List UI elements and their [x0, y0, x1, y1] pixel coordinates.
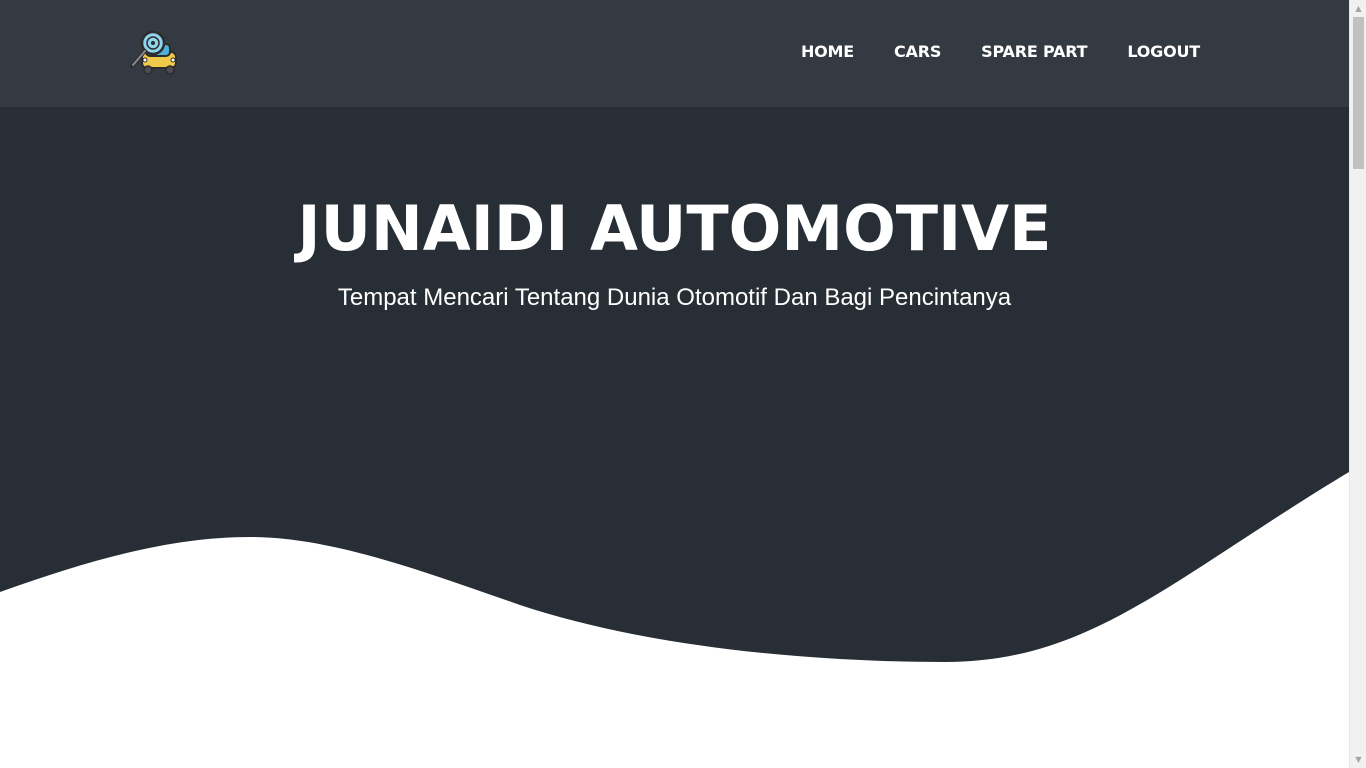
vertical-scrollbar[interactable]: ▲ ▼ [1349, 0, 1366, 768]
scroll-down-arrow-icon[interactable]: ▼ [1350, 751, 1366, 768]
navbar: HOME CARS SPARE PART LOGOUT [0, 0, 1349, 107]
page: JUNAIDI AUTOMOTIVE Tempat Mencari Tentan… [0, 0, 1366, 768]
wave-divider [0, 472, 1349, 768]
nav-logout-link[interactable]: LOGOUT [1127, 41, 1200, 63]
nav-spare-part-link[interactable]: SPARE PART [981, 41, 1087, 63]
scroll-up-arrow-icon[interactable]: ▲ [1350, 0, 1366, 17]
nav-links: HOME CARS SPARE PART LOGOUT [761, 41, 1200, 63]
nav-cars-link[interactable]: CARS [894, 41, 941, 63]
viewport: JUNAIDI AUTOMOTIVE Tempat Mencari Tentan… [0, 0, 1349, 768]
scrollbar-thumb[interactable] [1353, 17, 1364, 169]
nav-home-link[interactable]: HOME [801, 41, 854, 63]
car-search-logo-icon[interactable] [128, 28, 180, 80]
